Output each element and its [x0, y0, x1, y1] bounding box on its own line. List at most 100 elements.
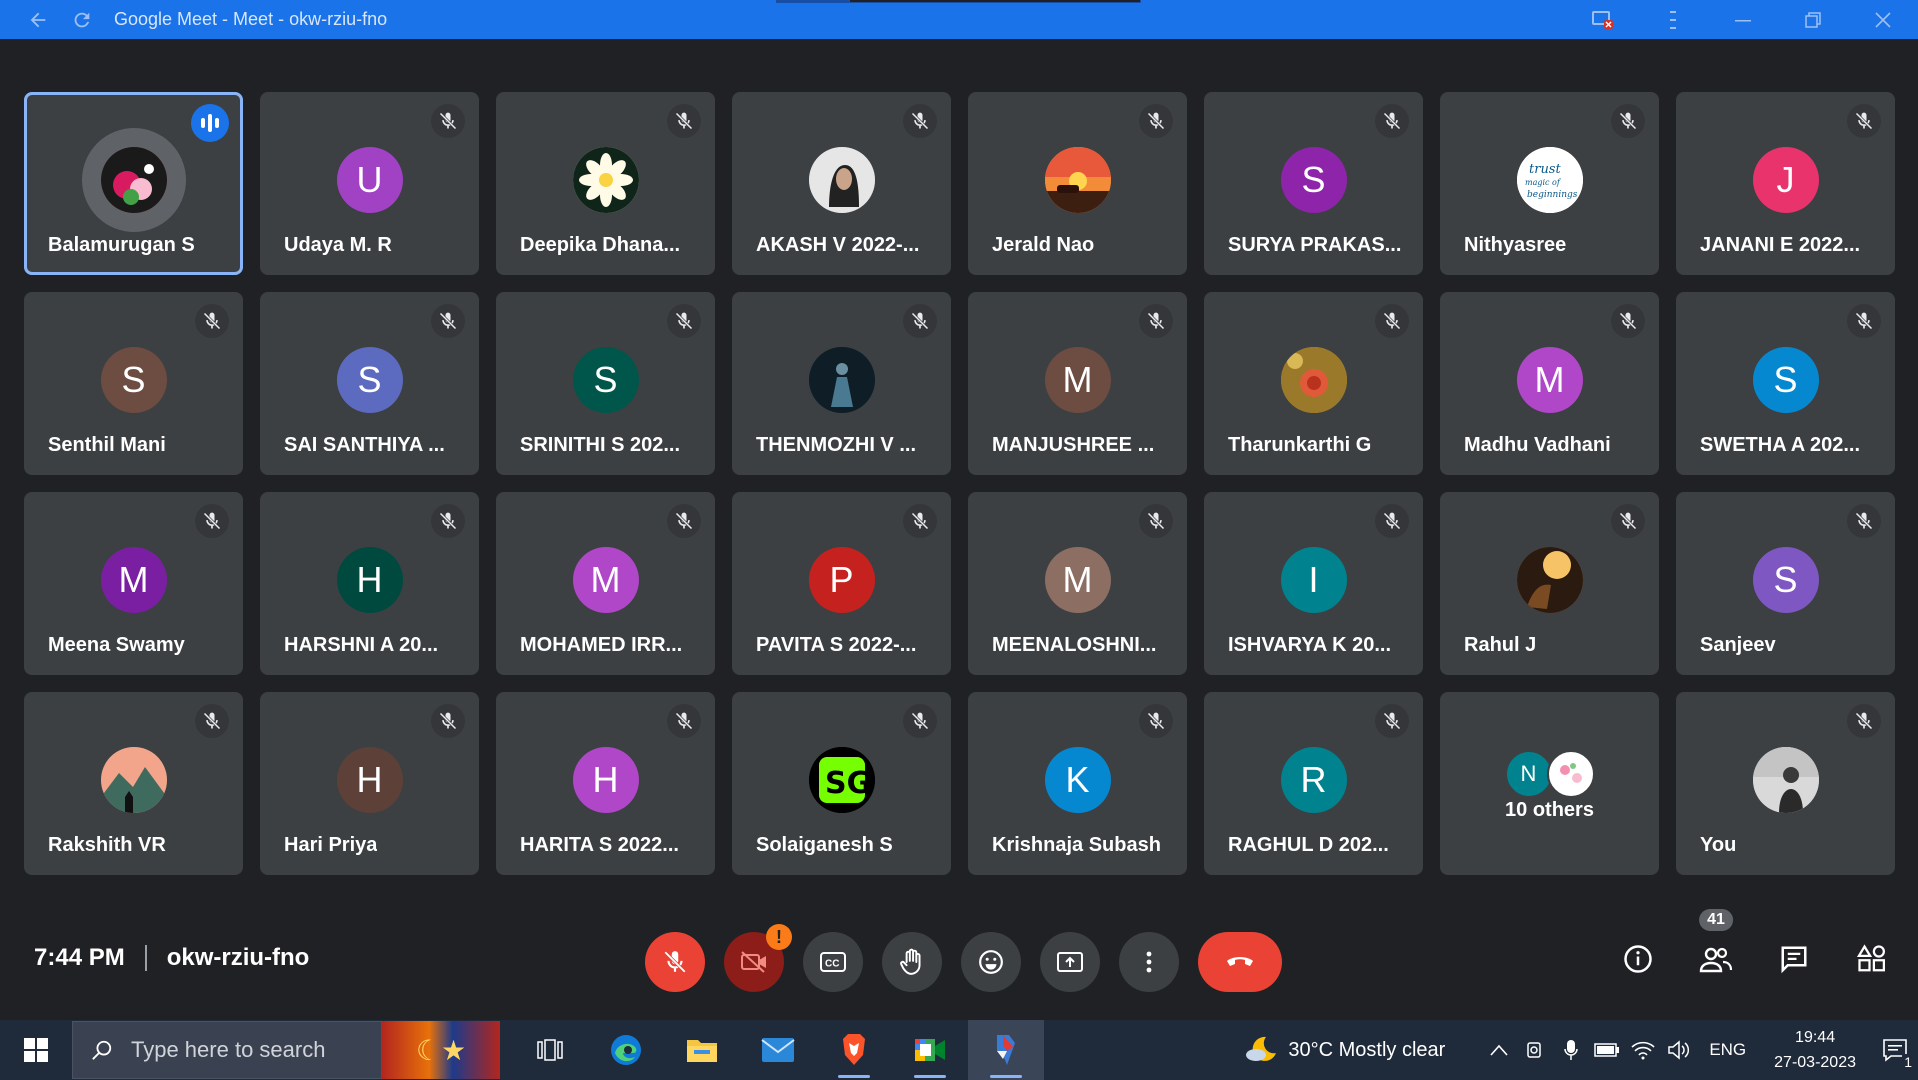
participant-tile[interactable]: R RAGHUL D 202...	[1204, 692, 1423, 875]
others-tile[interactable]: N 10 others	[1440, 692, 1659, 875]
participant-avatar: K	[1044, 747, 1111, 813]
participant-tile[interactable]: I ISHVARYA K 20...	[1204, 492, 1423, 675]
participant-tile[interactable]: trust magic of beginnings Nithyasree	[1440, 92, 1659, 275]
mic-off-icon	[1139, 104, 1173, 138]
microphone-icon[interactable]	[1553, 1039, 1589, 1061]
mic-off-icon	[903, 704, 937, 738]
participant-name: MANJUSHREE ...	[992, 434, 1155, 456]
participant-tile[interactable]: Rahul J	[1440, 492, 1659, 675]
leave-call-button[interactable]	[1198, 932, 1282, 992]
chevron-up-icon[interactable]	[1481, 1044, 1517, 1056]
edge-browser-icon[interactable]	[588, 1020, 664, 1080]
mic-off-icon	[1611, 304, 1645, 338]
emoji-reactions-button[interactable]	[961, 932, 1021, 992]
participant-avatar: M	[572, 547, 639, 613]
participant-tile[interactable]: K Krishnaja Subash	[968, 692, 1187, 875]
participant-tile[interactable]: H HARITA S 2022...	[496, 692, 715, 875]
participant-tile[interactable]: Jerald Nao	[968, 92, 1187, 275]
captions-button[interactable]: CC	[803, 932, 863, 992]
minimize-icon[interactable]	[1708, 0, 1778, 39]
participant-tile[interactable]: S SURYA PRAKAS...	[1204, 92, 1423, 275]
participant-name: RAGHUL D 202...	[1228, 834, 1389, 856]
participant-name: Madhu Vadhani	[1464, 434, 1611, 456]
participant-name: Nithyasree	[1464, 234, 1567, 256]
participant-tile[interactable]: S Sanjeev	[1676, 492, 1895, 675]
battery-icon[interactable]	[1589, 1043, 1625, 1057]
participant-tile[interactable]: SG Solaiganesh S	[732, 692, 951, 875]
participant-tile[interactable]: Balamurugan S	[24, 92, 243, 275]
camera-warning-badge: !	[766, 924, 792, 950]
participant-tile[interactable]: U Udaya M. R	[260, 92, 479, 275]
mic-off-icon	[431, 504, 465, 538]
back-arrow-icon[interactable]	[26, 8, 50, 32]
pinned-app-icon[interactable]	[968, 1020, 1044, 1080]
restore-icon[interactable]	[1778, 0, 1848, 39]
system-tray: 30°C Mostly clear ENG 19:44 27-03-2023 1	[1244, 1020, 1918, 1080]
participant-name: Rahul J	[1464, 634, 1537, 656]
svg-text:SG: SG	[825, 766, 871, 801]
participant-tile[interactable]: S Senthil Mani	[24, 292, 243, 475]
participant-avatar	[1516, 547, 1583, 613]
reload-icon[interactable]	[70, 8, 94, 32]
taskbar-search[interactable]: Type here to search	[72, 1021, 382, 1079]
chat-button[interactable]	[1770, 935, 1818, 983]
camera-toggle-button[interactable]: !	[724, 924, 792, 992]
close-icon[interactable]	[1848, 0, 1918, 39]
participant-tile[interactable]: AKASH V 2022-...	[732, 92, 951, 275]
participant-tile[interactable]: Deepika Dhana...	[496, 92, 715, 275]
participant-tile[interactable]: S SAI SANTHIYA ...	[260, 292, 479, 475]
participant-tile[interactable]: J JANANI E 2022...	[1676, 92, 1895, 275]
participant-avatar: S	[572, 347, 639, 413]
avatar-initial: M	[118, 559, 149, 600]
meeting-details-button[interactable]	[1614, 935, 1662, 983]
others-avatars: N	[1504, 750, 1595, 798]
volume-icon[interactable]	[1661, 1040, 1697, 1060]
participant-avatar: R	[1280, 747, 1347, 813]
participant-avatar	[1280, 347, 1347, 413]
present-screen-button[interactable]	[1040, 932, 1100, 992]
google-meet-icon[interactable]	[892, 1020, 968, 1080]
participant-tile[interactable]: Rakshith VR	[24, 692, 243, 875]
people-button[interactable]: 41	[1692, 909, 1740, 983]
windows-start-icon[interactable]	[0, 1020, 72, 1080]
weather-widget[interactable]: 30°C Mostly clear	[1244, 1035, 1445, 1065]
participant-avatar	[1044, 147, 1111, 213]
participant-tile[interactable]: H HARSHNI A 20...	[260, 492, 479, 675]
participant-tile[interactable]: THENMOZHI V ...	[732, 292, 951, 475]
file-explorer-icon[interactable]	[664, 1020, 740, 1080]
participant-tile[interactable]: M Meena Swamy	[24, 492, 243, 675]
participant-tile[interactable]: M Madhu Vadhani	[1440, 292, 1659, 475]
meet-now-icon[interactable]	[1517, 1039, 1553, 1061]
participant-tile[interactable]: H Hari Priya	[260, 692, 479, 875]
participant-tile[interactable]: M MOHAMED IRR...	[496, 492, 715, 675]
participant-tile[interactable]: M MEENALOSHNI...	[968, 492, 1187, 675]
browser-title-bar: Google Meet - Meet - okw-rziu-fno	[0, 0, 1918, 39]
mic-off-icon	[195, 504, 229, 538]
participant-tile[interactable]: Tharunkarthi G	[1204, 292, 1423, 475]
task-view-icon[interactable]	[512, 1020, 588, 1080]
search-icon	[92, 1040, 112, 1060]
mic-off-icon	[1375, 504, 1409, 538]
participant-tile[interactable]: P PAVITA S 2022-...	[732, 492, 951, 675]
menu-icon[interactable]	[1638, 0, 1708, 39]
mic-toggle-button[interactable]	[645, 932, 705, 992]
brave-browser-icon[interactable]	[816, 1020, 892, 1080]
notification-center-icon[interactable]: 1	[1872, 1020, 1918, 1080]
participant-tile[interactable]: S SWETHA A 202...	[1676, 292, 1895, 475]
self-tile[interactable]: You	[1676, 692, 1895, 875]
input-language[interactable]: ENG	[1709, 1040, 1746, 1060]
mic-off-icon	[431, 304, 465, 338]
raise-hand-button[interactable]	[882, 932, 942, 992]
participant-tile[interactable]: M MANJUSHREE ...	[968, 292, 1187, 475]
cast-stop-icon[interactable]	[1568, 0, 1638, 39]
participant-tile[interactable]: S SRINITHI S 202...	[496, 292, 715, 475]
more-options-button[interactable]	[1119, 932, 1179, 992]
participant-avatar	[808, 347, 875, 413]
avatar-initial: P	[829, 559, 854, 600]
search-highlight-image[interactable]: ☾★	[382, 1021, 500, 1079]
wifi-icon[interactable]	[1625, 1040, 1661, 1060]
activities-button[interactable]	[1848, 935, 1896, 983]
taskbar-clock[interactable]: 19:44 27-03-2023	[1774, 1025, 1856, 1075]
participant-name: MEENALOSHNI...	[992, 634, 1157, 656]
mail-icon[interactable]	[740, 1020, 816, 1080]
